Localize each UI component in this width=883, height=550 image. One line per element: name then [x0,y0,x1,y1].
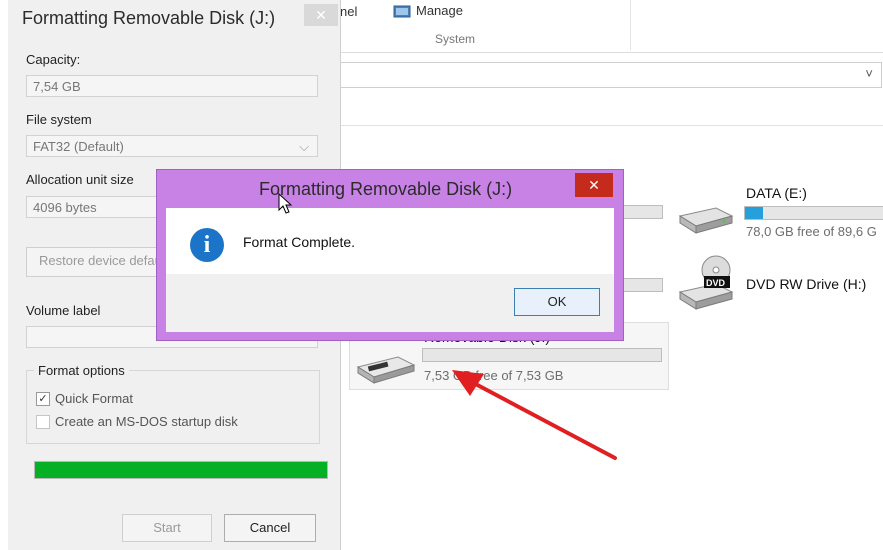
filesystem-label: File system [26,112,92,127]
msdos-label: Create an MS-DOS startup disk [55,414,238,429]
drive-title: DVD RW Drive (H:) [746,276,867,292]
filesystem-select: FAT32 (Default) ⌵ [26,135,318,157]
drive-free-space: 78,0 GB free of 89,6 G [746,224,877,239]
message-box-footer: OK [166,274,614,332]
allocation-label: Allocation unit size [26,172,134,187]
drive-usage-fill [745,207,764,219]
ok-button[interactable]: OK [514,288,600,316]
ribbon: nel Manage System [335,0,883,53]
close-icon[interactable]: ✕ [575,173,613,197]
drive-dvd-h[interactable]: DVD DVD RW Drive (H:) [676,250,883,310]
hard-drive-icon [678,207,734,234]
msdos-checkbox[interactable] [36,415,50,429]
dvd-icon-label: DVD [706,278,726,288]
manage-icon [393,5,411,18]
format-options-label: Format options [34,363,129,378]
quick-format-checkbox[interactable]: ✓ [36,392,50,406]
annotation-arrow-icon [452,370,617,460]
ribbon-group-label: System [435,32,476,46]
manage-button[interactable]: Manage [416,3,463,18]
message-box-title: Formatting Removable Disk (J:) [259,179,513,199]
drive-usage-bar [744,206,883,220]
format-dialog-title: Formatting Removable Disk (J:) [22,8,276,28]
message-text: Format Complete. [243,234,356,250]
quick-format-label: Quick Format [55,391,134,406]
address-bar[interactable]: ˅ [335,62,882,88]
mouse-cursor-icon [278,192,293,214]
format-progress-bar [34,461,328,479]
start-button[interactable]: Start [122,514,212,542]
close-icon[interactable]: ✕ [304,4,338,26]
ribbon-control-panel-fragment[interactable]: nel [340,4,357,19]
drive-title: DATA (E:) [746,185,807,201]
drive-data-e[interactable]: DATA (E:) 78,0 GB free of 89,6 G [676,182,883,242]
drive-usage-bar [618,278,663,292]
format-complete-dialog: Formatting Removable Disk (J:) ✕ i Forma… [156,169,624,341]
cancel-button[interactable]: Cancel [224,514,316,542]
message-box-body: i Format Complete. OK [166,208,614,332]
filesystem-value: FAT32 (Default) [33,139,124,154]
drive-usage-bar [618,205,663,219]
format-progress-fill [35,462,327,478]
format-options-group [26,370,320,444]
capacity-label: Capacity: [26,52,81,67]
address-dropdown-chevron-icon[interactable]: ˅ [865,66,873,81]
usb-drive-icon [356,356,416,384]
ribbon-divider [630,0,631,50]
info-icon: i [190,228,224,262]
divider [335,125,883,126]
chevron-down-icon: ⌵ [299,139,309,154]
capacity-select: 7,54 GB [26,75,318,97]
volume-label-label: Volume label [26,303,101,318]
